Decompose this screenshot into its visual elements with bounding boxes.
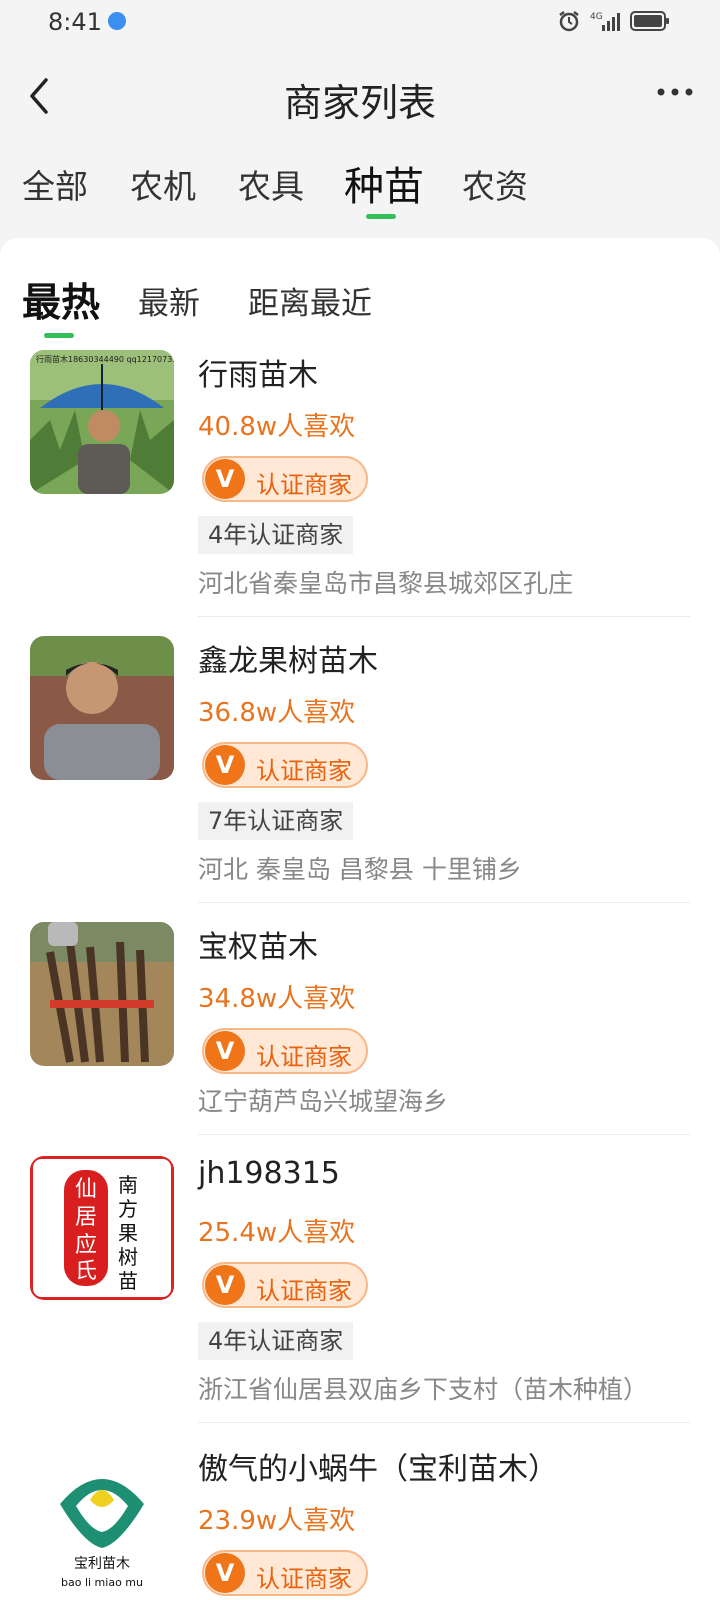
merchant-name: 行雨苗木 [198,358,318,393]
category-tabs: 全部 农机 农具 种苗 农资 [0,150,720,222]
svg-text:氏: 氏 [75,1259,97,1284]
active-sort-indicator [44,333,74,338]
merchant-avatar: 宝利苗木 bao li miao mu [30,1444,174,1588]
svg-text:果: 果 [118,1221,138,1245]
item-divider [198,1134,690,1135]
merchant-item[interactable]: 行雨苗木18630344490 qq1217073555 行雨苗木 40.8w人… [0,350,720,620]
status-time: 8:41 [48,8,102,36]
merchant-likes: 25.4w人喜欢 [198,1218,356,1248]
merchant-likes: 34.8w人喜欢 [198,984,356,1014]
battery-icon [630,11,669,31]
sort-hottest[interactable]: 最热 [22,272,100,328]
verified-v-icon: V [205,745,245,785]
merchant-likes: 36.8w人喜欢 [198,698,356,728]
merchant-likes: 23.9w人喜欢 [198,1506,356,1536]
merchant-avatar [30,922,174,1066]
sort-nearest[interactable]: 距离最近 [248,278,372,323]
merchant-name: 鑫龙果树苗木 [198,644,378,679]
svg-text:树: 树 [118,1245,138,1269]
merchant-address: 辽宁葫芦岛兴城望海乡 [198,1087,449,1116]
network-label: 4G [590,12,603,22]
certified-badge-label: 认证商家 [256,471,352,499]
sort-tabs: 最热 最新 距离最近 [0,238,720,338]
certified-years-tag: 7年认证商家 [198,802,354,840]
merchant-address: 河北省秦皇岛市昌黎县城郊区孔庄 [198,569,574,598]
certified-badge: V 认证商家 [202,1028,368,1074]
svg-text:宝利苗木: 宝利苗木 [74,1556,130,1572]
sort-newest[interactable]: 最新 [138,278,200,323]
merchant-address: 浙江省仙居县双庙乡下支村（苗木种植） [198,1375,649,1404]
certified-badge: V 认证商家 [202,1262,368,1308]
merchant-name: 宝权苗木 [198,930,318,965]
verified-v-icon: V [205,1265,245,1305]
merchant-item[interactable]: 鑫龙果树苗木 36.8w人喜欢 V 认证商家 7年认证商家 河北 秦皇岛 昌黎县… [0,636,720,906]
certified-badge-label: 认证商家 [256,1277,352,1305]
certified-badge: V 认证商家 [202,1550,368,1596]
svg-text:仙: 仙 [75,1177,97,1202]
svg-text:苗: 苗 [118,1269,138,1293]
certified-badge: V 认证商家 [202,742,368,788]
tab-farm-supplies[interactable]: 农资 [462,160,528,208]
alarm-icon [559,11,579,32]
certified-badge-label: 认证商家 [256,1043,352,1071]
svg-text:bao li miao mu: bao li miao mu [61,1576,143,1588]
tab-seedlings[interactable]: 种苗 [344,154,424,212]
merchant-name: 傲气的小蜗牛（宝利苗木） [198,1452,558,1487]
merchant-list-card: 最热 最新 距离最近 行雨苗木18630344490 qq1217073555 … [0,238,720,1600]
svg-text:居: 居 [75,1205,97,1230]
signal-icon: 4G [590,12,620,31]
avatar-watermark: 行雨苗木18630344490 qq1217073555 [36,354,174,364]
active-tab-indicator [366,214,396,219]
tab-farm-machinery[interactable]: 农机 [130,160,196,208]
merchant-item[interactable]: 宝利苗木 bao li miao mu 傲气的小蜗牛（宝利苗木） 23.9w人喜… [0,1444,720,1600]
item-divider [198,616,690,617]
status-bar: 8:41 4G [0,0,720,46]
verified-v-icon: V [205,459,245,499]
tab-all[interactable]: 全部 [22,160,88,208]
merchant-address: 河北 秦皇岛 昌黎县 十里铺乡 [198,855,522,884]
certified-badge: V 认证商家 [202,456,368,502]
item-divider [198,1422,690,1423]
certified-years-tag: 4年认证商家 [198,516,354,554]
item-divider [198,902,690,903]
certified-badge-label: 认证商家 [256,757,352,785]
verified-v-icon: V [205,1553,245,1593]
merchant-avatar: 仙 居 应 氏 南 方 果 树 苗 [30,1156,174,1300]
certified-years-tag: 4年认证商家 [198,1322,354,1360]
merchant-item[interactable]: 宝权苗木 34.8w人喜欢 V 认证商家 辽宁葫芦岛兴城望海乡 [0,922,720,1138]
verified-v-icon: V [205,1031,245,1071]
merchant-name: jh198315 [198,1156,340,1191]
merchant-avatar: 行雨苗木18630344490 qq1217073555 [30,350,174,494]
svg-text:南: 南 [118,1173,138,1197]
status-icons: 4G [558,10,670,32]
merchant-item[interactable]: 仙 居 应 氏 南 方 果 树 苗 jh198315 25.4w人喜欢 V 认证… [0,1156,720,1426]
nav-bar: 商家列表 [0,56,720,136]
location-dot-icon [108,12,126,30]
tab-farm-tools[interactable]: 农具 [238,160,304,208]
more-options-icon[interactable] [656,84,694,100]
svg-text:应: 应 [75,1233,97,1258]
page-title: 商家列表 [283,81,436,125]
merchant-likes: 40.8w人喜欢 [198,412,356,442]
svg-text:方: 方 [118,1197,138,1221]
certified-badge-label: 认证商家 [256,1565,352,1593]
merchant-avatar [30,636,174,780]
